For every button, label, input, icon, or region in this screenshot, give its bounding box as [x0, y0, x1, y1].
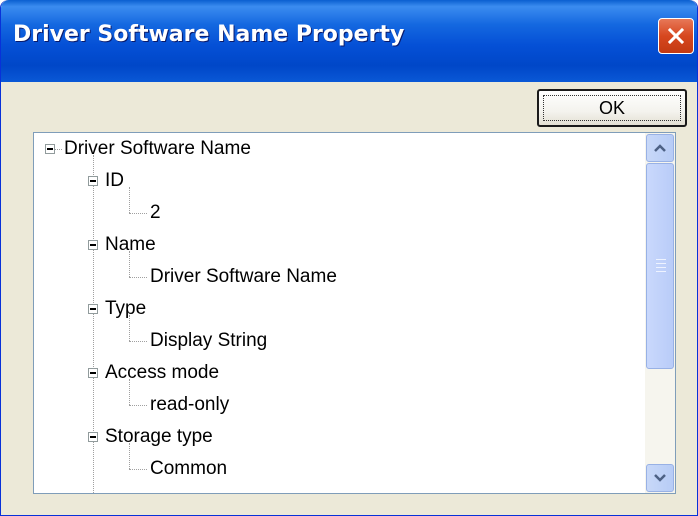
tree-connector-line	[129, 405, 147, 406]
close-icon	[667, 27, 685, 45]
window-title: Driver Software Name Property	[13, 22, 405, 47]
collapse-toggle-icon[interactable]	[88, 240, 98, 250]
tree-value-type[interactable]: Display String	[150, 327, 267, 355]
focus-ring	[543, 95, 681, 121]
scroll-thumb[interactable]	[646, 163, 674, 369]
grip-line	[656, 263, 666, 264]
tree-node-root[interactable]: Driver Software Name	[64, 135, 251, 163]
scroll-up-button[interactable]	[646, 134, 674, 162]
tree-value-id[interactable]: 2	[150, 199, 161, 227]
ok-button[interactable]: OK	[537, 89, 687, 127]
tree-connector-line	[93, 155, 94, 493]
close-button[interactable]	[658, 18, 694, 54]
tree-value-storage-type[interactable]: Common	[150, 455, 227, 483]
property-dialog: Driver Software Name Property OK Driver …	[0, 0, 698, 516]
collapse-toggle-icon[interactable]	[88, 432, 98, 442]
grip-line	[656, 259, 666, 260]
collapse-toggle-icon[interactable]	[45, 144, 55, 154]
collapse-toggle-icon[interactable]	[88, 368, 98, 378]
tree-node-type[interactable]: Type	[105, 295, 146, 323]
tree-value-access-mode[interactable]: read-only	[150, 391, 229, 419]
collapse-toggle-icon[interactable]	[88, 176, 98, 186]
title-bar[interactable]: Driver Software Name Property	[1, 0, 697, 82]
tree-connector-line	[129, 277, 147, 278]
tree-value-name[interactable]: Driver Software Name	[150, 263, 337, 291]
property-tree[interactable]: Driver Software Name ID 2 Name Driver So…	[33, 132, 676, 494]
tree-connector-line	[129, 469, 147, 470]
scroll-down-arrow-icon	[654, 474, 666, 482]
scroll-down-button[interactable]	[646, 464, 674, 492]
dialog-body: OK Driver Software Name ID 2 Name Driver…	[4, 82, 694, 512]
tree-node-id[interactable]: ID	[105, 167, 124, 195]
grip-line	[656, 271, 666, 272]
tree-connector-line	[55, 149, 62, 150]
vertical-scrollbar[interactable]	[645, 133, 675, 493]
tree-node-access-mode[interactable]: Access mode	[105, 359, 219, 387]
scroll-up-arrow-icon	[654, 144, 666, 152]
tree-connector-line	[129, 187, 130, 213]
tree-connector-line	[129, 341, 147, 342]
tree-view: Driver Software Name ID 2 Name Driver So…	[34, 133, 644, 493]
tree-connector-line	[129, 213, 147, 214]
tree-node-storage-type[interactable]: Storage type	[105, 423, 213, 451]
collapse-toggle-icon[interactable]	[88, 304, 98, 314]
tree-node-name[interactable]: Name	[105, 231, 156, 259]
grip-line	[656, 267, 666, 268]
